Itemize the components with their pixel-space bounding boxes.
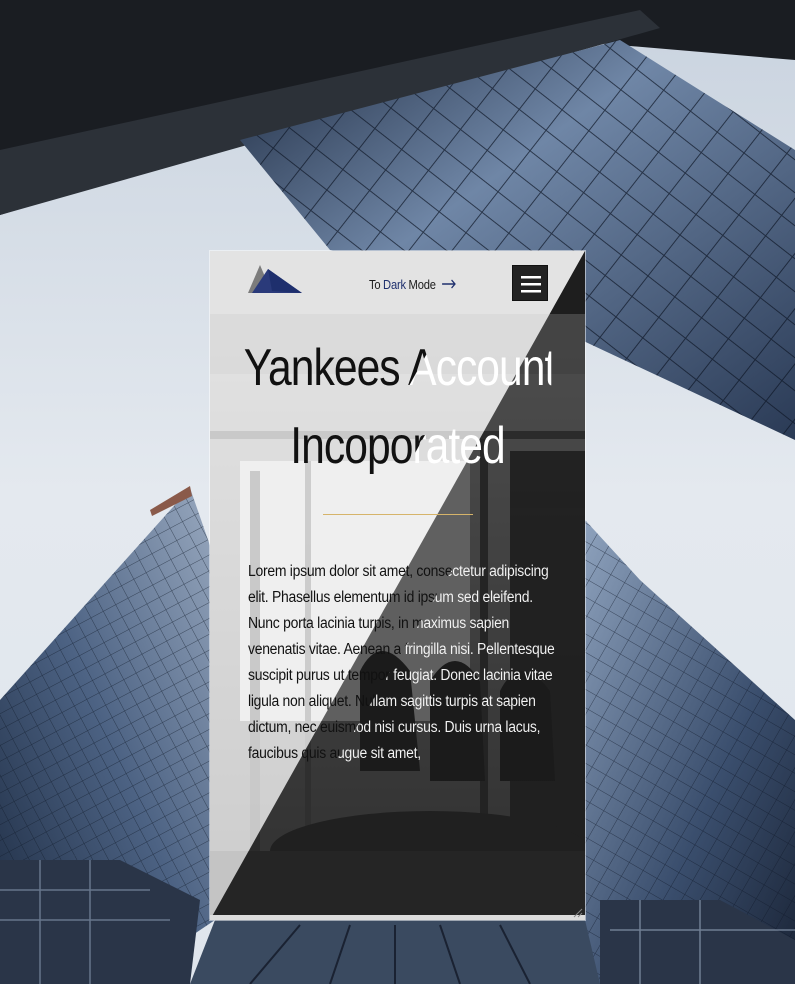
title-line-1: Yankees Accounting bbox=[244, 329, 585, 407]
mountain-logo-icon[interactable] bbox=[246, 257, 306, 295]
arrow-right-icon bbox=[441, 279, 456, 289]
resize-handle-icon bbox=[573, 908, 583, 918]
mode-link-prefix: To bbox=[369, 276, 381, 292]
mode-link-suffix: Mode bbox=[408, 276, 436, 292]
top-navigation-bar: To Dark Mode bbox=[210, 251, 585, 314]
mobile-preview-card: To Dark Mode Yankees Accounting Incopora… bbox=[210, 251, 585, 920]
page-title: Yankees Accounting Incoporated bbox=[244, 329, 585, 485]
hamburger-icon bbox=[521, 276, 541, 293]
mode-link-accent: Dark bbox=[383, 276, 406, 292]
intro-paragraph: Lorem ipsum dolor sit amet, consectetur … bbox=[248, 559, 559, 767]
title-line-2: Incoporated bbox=[244, 407, 552, 485]
title-divider bbox=[323, 514, 473, 515]
dark-mode-toggle-link[interactable]: To Dark Mode bbox=[369, 274, 456, 294]
hamburger-menu-button[interactable] bbox=[512, 265, 548, 301]
